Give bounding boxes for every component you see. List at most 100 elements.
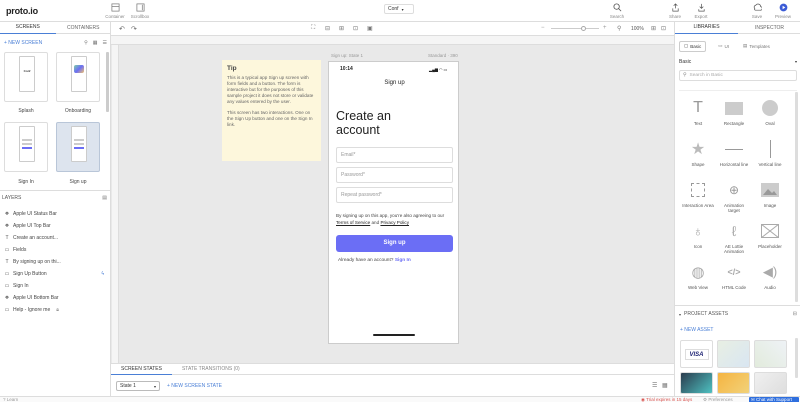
new-asset-button[interactable]: + NEW ASSET bbox=[680, 327, 713, 333]
search-tool[interactable]: Search bbox=[604, 3, 630, 19]
redo-icon[interactable]: ↷ bbox=[131, 25, 137, 33]
zoom-slider[interactable] bbox=[551, 26, 599, 31]
repeat-password-field[interactable]: Repeat password* bbox=[336, 187, 453, 203]
library-item-horizontal-line[interactable]: Horizontal line bbox=[718, 133, 750, 173]
layers-options-icon[interactable]: ▤ bbox=[102, 195, 107, 201]
scrollbox-tool[interactable]: Scrollbox bbox=[127, 3, 153, 19]
layer-item[interactable]: ❖ Apple UI Top Bar bbox=[4, 221, 104, 231]
list-view-icon[interactable]: ☰ bbox=[103, 40, 107, 46]
library-category-select[interactable]: Basic ▾ bbox=[679, 57, 797, 66]
sign-in-link[interactable]: Sign In bbox=[395, 258, 411, 263]
tab-libraries[interactable]: LIBRARIES bbox=[675, 21, 738, 34]
asset-image-1[interactable] bbox=[680, 372, 713, 394]
tab-state-transitions[interactable]: STATE TRANSITIONS (0) bbox=[172, 364, 250, 374]
library-item-rectangle[interactable]: Rectangle bbox=[718, 92, 750, 132]
subtab-basic[interactable]: ▢ Basic bbox=[679, 40, 707, 52]
zoom-search-icon[interactable]: ⚲ bbox=[617, 25, 621, 32]
preferences-link[interactable]: ⚙ Preferences bbox=[703, 397, 733, 402]
export-tool[interactable]: Export bbox=[688, 3, 714, 19]
privacy-policy-link[interactable]: Privacy Policy bbox=[380, 220, 409, 225]
chat-support-button[interactable]: ✉ Chat with Support bbox=[749, 397, 799, 402]
learn-link[interactable]: ? Learn bbox=[3, 397, 18, 402]
interaction-bolt-icon[interactable]: ϟ bbox=[101, 271, 104, 277]
library-item-web-view[interactable]: ◍ Web View bbox=[682, 256, 714, 296]
library-item-icon[interactable]: ♁ Icon bbox=[682, 215, 714, 255]
align-icon[interactable]: ⊟ bbox=[325, 25, 330, 32]
list-view-icon[interactable]: ☰ bbox=[652, 382, 657, 389]
preview-tool[interactable]: Preview bbox=[770, 3, 796, 19]
arrange-icon[interactable]: ⊡ bbox=[353, 25, 358, 32]
screen-thumb-signin[interactable] bbox=[4, 122, 48, 172]
terms-of-service-link[interactable]: Terms of Service bbox=[336, 220, 370, 225]
asset-map-1[interactable] bbox=[717, 340, 750, 368]
layer-item[interactable]: ▭ Fields bbox=[4, 245, 104, 255]
zoom-slider-handle[interactable] bbox=[581, 26, 586, 31]
layer-item[interactable]: T Create an account... bbox=[4, 233, 104, 243]
zoom-in-icon[interactable]: + bbox=[603, 25, 607, 31]
filter-icon[interactable]: ⚲ bbox=[84, 40, 88, 46]
library-item-text[interactable]: T Text bbox=[682, 92, 714, 132]
distribute-icon[interactable]: ⊞ bbox=[339, 25, 344, 32]
library-item-image[interactable]: Image bbox=[754, 174, 786, 214]
zoom-level[interactable]: 100% bbox=[631, 26, 644, 32]
library-search-input[interactable]: ⚲ Search in Basic bbox=[679, 70, 797, 81]
canvas-grid-icon[interactable]: ⊡ bbox=[661, 25, 666, 32]
tab-screen-states[interactable]: SCREEN STATES bbox=[111, 364, 172, 375]
fit-screen-icon[interactable]: ⛶ bbox=[311, 25, 315, 32]
layer-item[interactable]: ❖ Apple UI Status Bar bbox=[4, 209, 104, 219]
layer-item[interactable]: ❖ Apple UI Bottom Bar bbox=[4, 293, 104, 303]
asset-image-3[interactable] bbox=[754, 372, 787, 394]
library-item-lottie[interactable]: ℓ AE Lottie Animation bbox=[718, 215, 750, 255]
library-item-oval[interactable]: Oval bbox=[754, 92, 786, 132]
screen-thumb-splash[interactable]: Conf bbox=[4, 52, 48, 102]
tab-inspector[interactable]: INSPECTOR bbox=[738, 22, 800, 34]
library-item-label: HTML Code bbox=[721, 285, 747, 290]
lock-icon[interactable]: 🔒︎ bbox=[56, 307, 59, 313]
sign-up-button[interactable]: Sign up bbox=[336, 235, 453, 252]
password-field[interactable]: Password* bbox=[336, 167, 453, 183]
layer-item[interactable]: ▭ Help - Ignore me 🔒︎ bbox=[4, 305, 104, 315]
tab-screens[interactable]: SCREENS bbox=[0, 21, 56, 34]
layer-item[interactable]: ▭ Sign In bbox=[4, 281, 104, 291]
subtab-ui[interactable]: ▭ UI bbox=[714, 41, 733, 52]
subtab-templates[interactable]: ▤ Templates bbox=[739, 41, 774, 52]
library-item-audio[interactable]: ◀) Audio bbox=[754, 256, 786, 296]
asset-visa-card[interactable]: VISA bbox=[680, 340, 713, 368]
email-field[interactable]: Email* bbox=[336, 147, 453, 163]
tab-containers[interactable]: CONTAINERS bbox=[56, 22, 112, 34]
layer-item[interactable]: ▭ Sign Up Button ϟ bbox=[4, 269, 104, 279]
canvas-settings-icon[interactable]: ⊞ bbox=[651, 25, 656, 32]
screen-thumb-signup[interactable] bbox=[56, 122, 100, 172]
asset-image-2[interactable] bbox=[717, 372, 750, 394]
container-tool[interactable]: Container bbox=[102, 3, 128, 19]
layer-item[interactable]: T By signing up on thi... bbox=[4, 257, 104, 267]
library-item-interaction-area[interactable]: Interaction Area bbox=[682, 174, 714, 214]
app-logo[interactable]: proto.io bbox=[6, 6, 38, 16]
new-screen-button[interactable]: + NEW SCREEN bbox=[4, 40, 42, 46]
undo-icon[interactable]: ↶ bbox=[119, 25, 125, 33]
library-item-placeholder[interactable]: Placeholder bbox=[754, 215, 786, 255]
share-tool[interactable]: Share bbox=[662, 3, 688, 19]
zoom-out-icon[interactable]: − bbox=[541, 25, 545, 31]
grid-view-icon[interactable]: ▦ bbox=[93, 40, 98, 46]
screens-scrollbar[interactable] bbox=[106, 52, 109, 112]
library-item-animation-target[interactable]: ⊕ Animation target bbox=[718, 174, 750, 214]
library-item-html-code[interactable]: </> HTML Code bbox=[718, 256, 750, 296]
library-scrollbar[interactable] bbox=[795, 92, 798, 302]
library-item-shape[interactable]: ★ Shape bbox=[682, 133, 714, 173]
project-assets-header[interactable]: ▾ PROJECT ASSETS ⊟ bbox=[679, 310, 797, 318]
phone-screen[interactable]: 10:14 ▂▄▆ ◠ ▭ Sign up Create an account … bbox=[328, 61, 459, 344]
screen-select[interactable]: Conf ▾ bbox=[384, 4, 414, 14]
grid-view-icon[interactable]: ▦ bbox=[662, 382, 668, 389]
assets-options-icon[interactable]: ⊟ bbox=[793, 311, 797, 317]
library-item-vertical-line[interactable]: Vertical line bbox=[754, 133, 786, 173]
state-select[interactable]: State 1 ▾ bbox=[116, 381, 160, 391]
screen-thumb-onboarding[interactable] bbox=[56, 52, 100, 102]
tip-note[interactable]: Tip This is a typical app Sign up screen… bbox=[222, 60, 321, 161]
new-screen-state-button[interactable]: + NEW SCREEN STATE bbox=[167, 383, 222, 389]
group-icon[interactable]: ▣ bbox=[367, 25, 373, 32]
save-tool[interactable]: Save bbox=[744, 3, 770, 19]
trial-notice[interactable]: ◉ Trial expires in 15 days bbox=[641, 397, 692, 402]
asset-map-2[interactable] bbox=[754, 340, 787, 368]
assets-scrollbar[interactable] bbox=[795, 338, 798, 378]
